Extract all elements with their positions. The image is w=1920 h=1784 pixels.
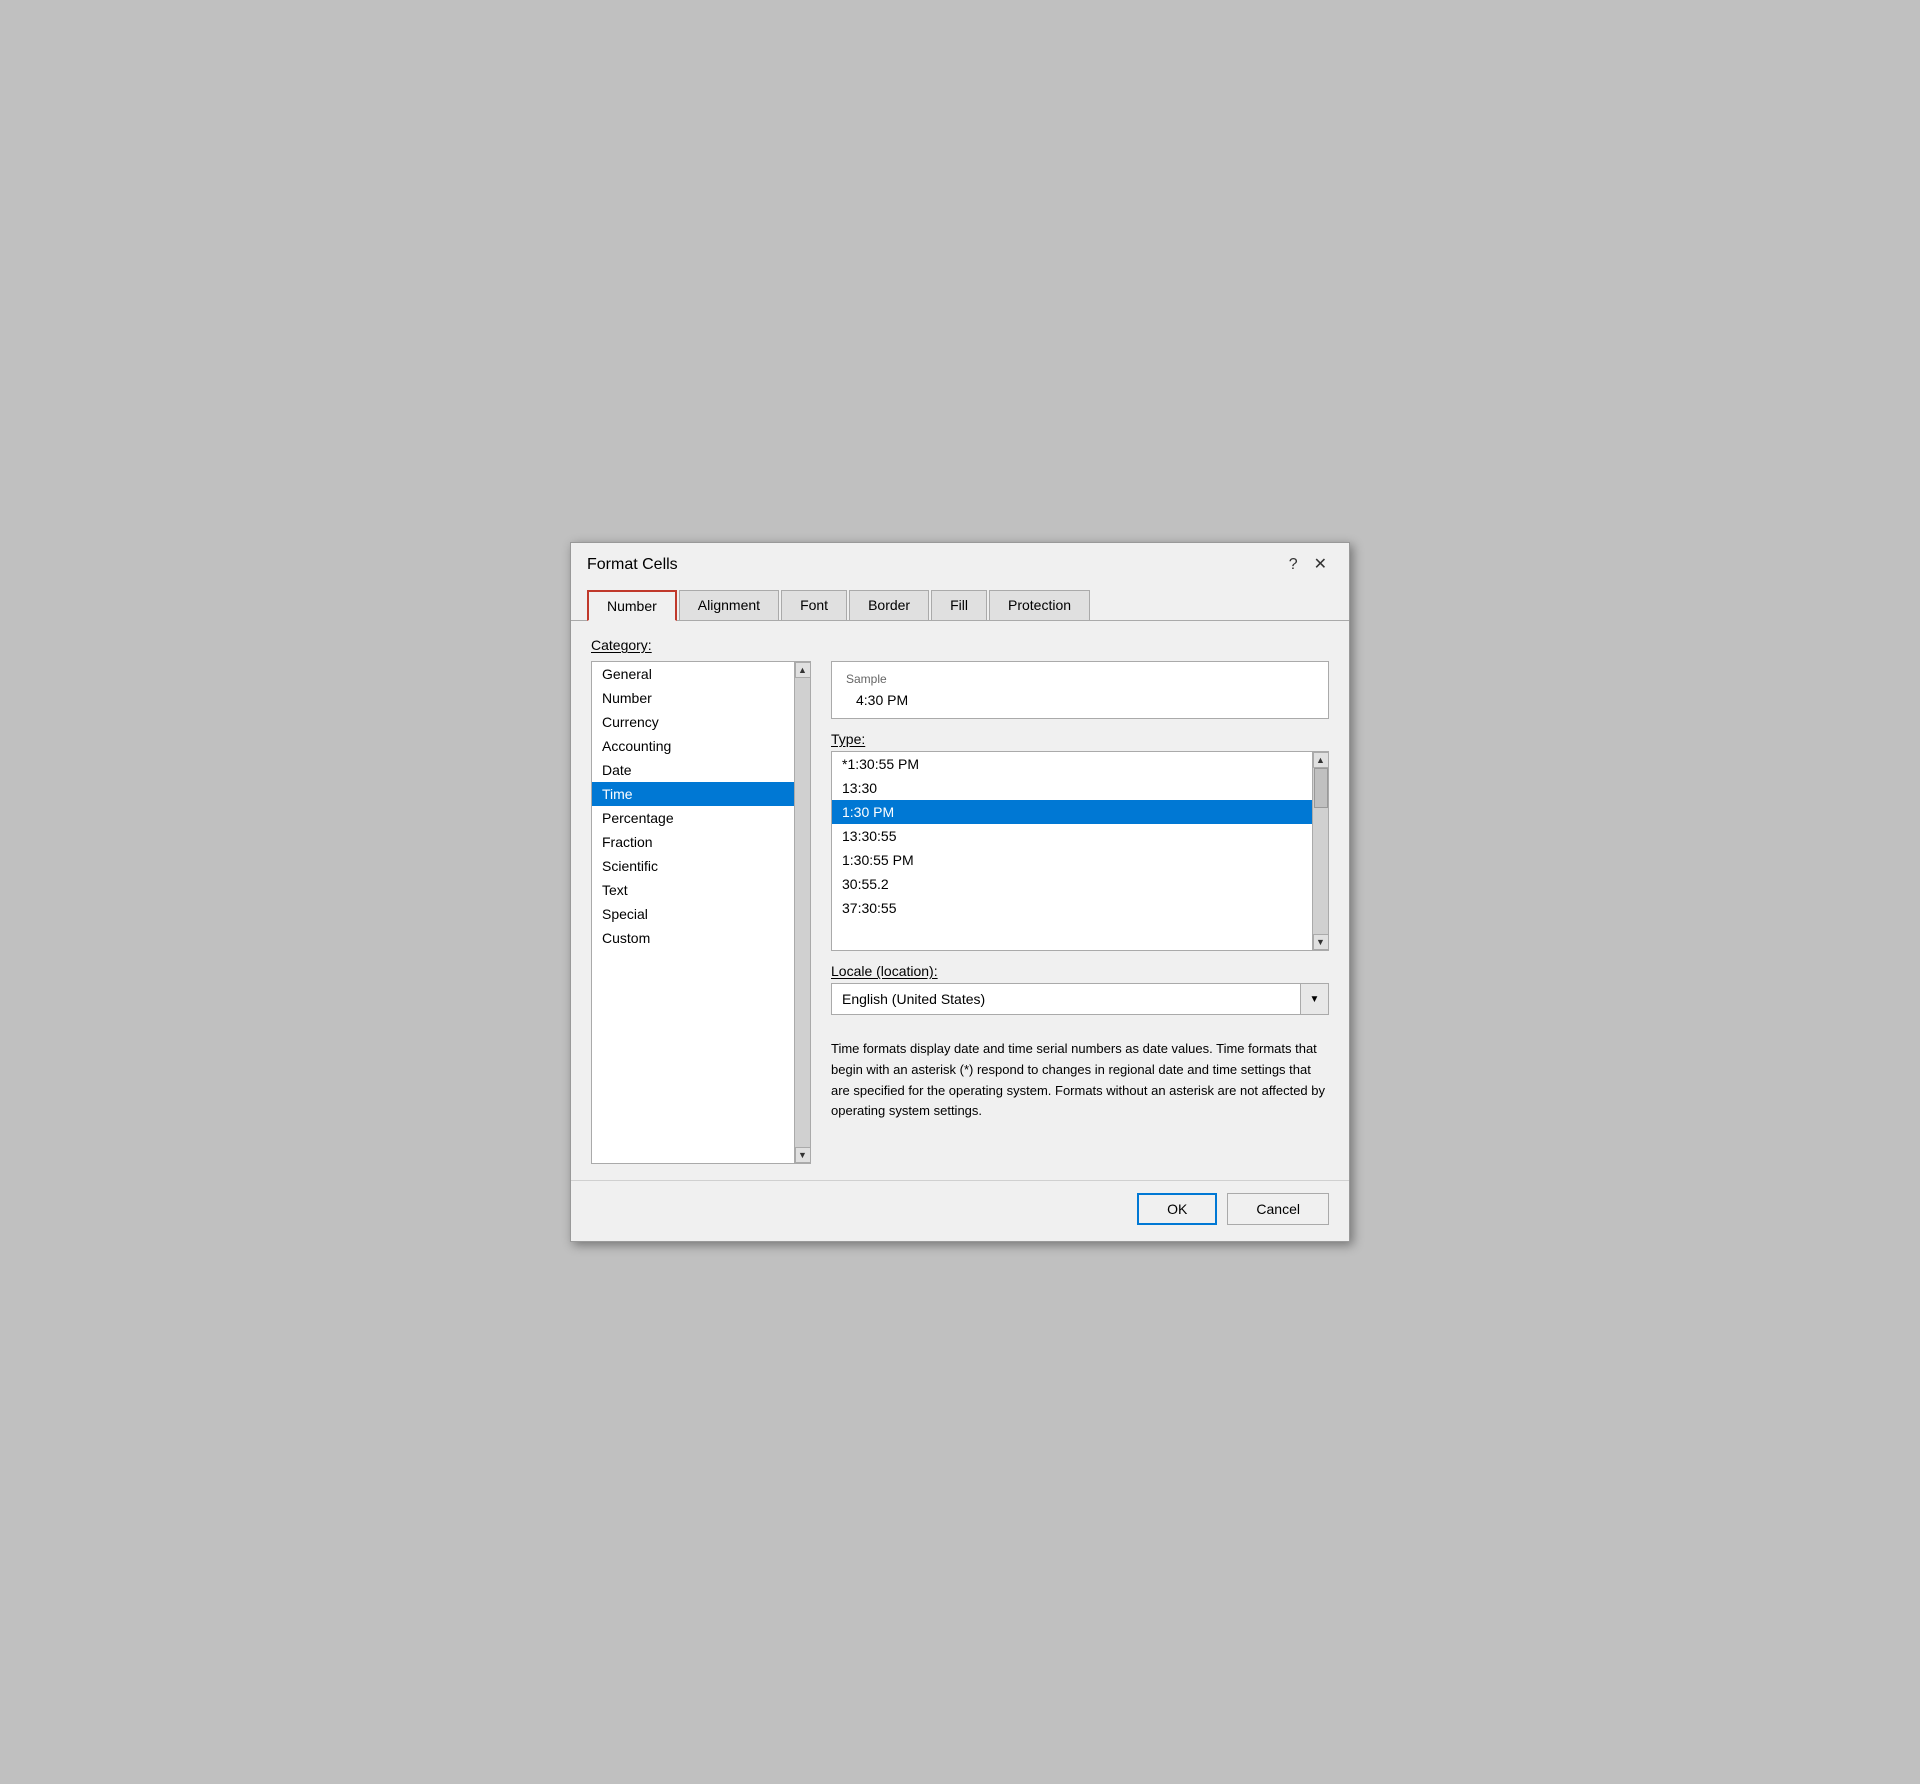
description: Time formats display date and time seria…	[831, 1027, 1329, 1130]
type-scroll-up[interactable]: ▲	[1313, 752, 1329, 768]
type-item-0[interactable]: *1:30:55 PM	[832, 752, 1328, 776]
right-panel: Sample 4:30 PM Type: *1:30:55 PM 13:30 1…	[831, 661, 1329, 1164]
tab-number[interactable]: Number	[587, 590, 677, 621]
category-accounting[interactable]: Accounting	[592, 734, 810, 758]
type-scroll-track	[1313, 768, 1328, 934]
category-custom[interactable]: Custom	[592, 926, 810, 950]
dialog-footer: OK Cancel	[571, 1180, 1349, 1241]
type-label: Type:	[831, 731, 1329, 747]
category-special[interactable]: Special	[592, 902, 810, 926]
category-currency[interactable]: Currency	[592, 710, 810, 734]
category-scroll-track	[795, 678, 810, 1147]
locale-dropdown-btn[interactable]: ▼	[1300, 984, 1328, 1014]
close-button[interactable]: ✕	[1308, 555, 1333, 575]
category-label: Category:	[591, 637, 1329, 653]
sample-value: 4:30 PM	[846, 692, 1314, 708]
cancel-button[interactable]: Cancel	[1227, 1193, 1329, 1225]
locale-section: Locale (location): English (United State…	[831, 963, 1329, 1015]
type-scroll-down[interactable]: ▼	[1313, 934, 1329, 950]
sample-label: Sample	[846, 672, 1314, 686]
category-time[interactable]: Time	[592, 782, 810, 806]
tab-fill[interactable]: Fill	[931, 590, 987, 621]
category-general[interactable]: General	[592, 662, 810, 686]
type-item-5[interactable]: 30:55.2	[832, 872, 1328, 896]
tab-alignment[interactable]: Alignment	[679, 590, 779, 621]
locale-select[interactable]: English (United States) ▼	[831, 983, 1329, 1015]
category-percentage[interactable]: Percentage	[592, 806, 810, 830]
category-list: General Number Currency Accounting Date …	[592, 662, 810, 1163]
type-list-container: *1:30:55 PM 13:30 1:30 PM 13:30:55 1:30:…	[831, 751, 1329, 951]
category-text[interactable]: Text	[592, 878, 810, 902]
title-bar: Format Cells ? ✕	[571, 543, 1349, 575]
type-item-4[interactable]: 1:30:55 PM	[832, 848, 1328, 872]
main-area: General Number Currency Accounting Date …	[591, 661, 1329, 1164]
category-list-container: General Number Currency Accounting Date …	[591, 661, 811, 1164]
format-cells-dialog: Format Cells ? ✕ Number Alignment Font B…	[570, 542, 1350, 1242]
type-item-1[interactable]: 13:30	[832, 776, 1328, 800]
tabs-container: Number Alignment Font Border Fill Protec…	[571, 581, 1349, 621]
locale-value: English (United States)	[832, 985, 1300, 1013]
ok-button[interactable]: OK	[1137, 1193, 1217, 1225]
type-item-3[interactable]: 13:30:55	[832, 824, 1328, 848]
type-scrollbar: ▲ ▼	[1312, 752, 1328, 950]
type-list: *1:30:55 PM 13:30 1:30 PM 13:30:55 1:30:…	[832, 752, 1328, 950]
tab-border[interactable]: Border	[849, 590, 929, 621]
tab-font[interactable]: Font	[781, 590, 847, 621]
category-scrollbar: ▲ ▼	[794, 662, 810, 1163]
title-buttons: ? ✕	[1283, 555, 1333, 575]
category-fraction[interactable]: Fraction	[592, 830, 810, 854]
locale-label: Locale (location):	[831, 963, 1329, 979]
help-button[interactable]: ?	[1283, 555, 1304, 575]
category-date[interactable]: Date	[592, 758, 810, 782]
tab-protection[interactable]: Protection	[989, 590, 1090, 621]
category-scroll-up[interactable]: ▲	[795, 662, 811, 678]
type-scroll-thumb	[1314, 768, 1328, 808]
tab-content: Category: General Number Currency Accoun…	[571, 621, 1349, 1180]
type-section: Type: *1:30:55 PM 13:30 1:30 PM 13:30:55…	[831, 731, 1329, 951]
type-item-2[interactable]: 1:30 PM	[832, 800, 1328, 824]
category-scientific[interactable]: Scientific	[592, 854, 810, 878]
type-item-6[interactable]: 37:30:55	[832, 896, 1328, 920]
category-scroll-down[interactable]: ▼	[795, 1147, 811, 1163]
sample-box: Sample 4:30 PM	[831, 661, 1329, 719]
category-number[interactable]: Number	[592, 686, 810, 710]
dialog-title: Format Cells	[587, 556, 678, 574]
